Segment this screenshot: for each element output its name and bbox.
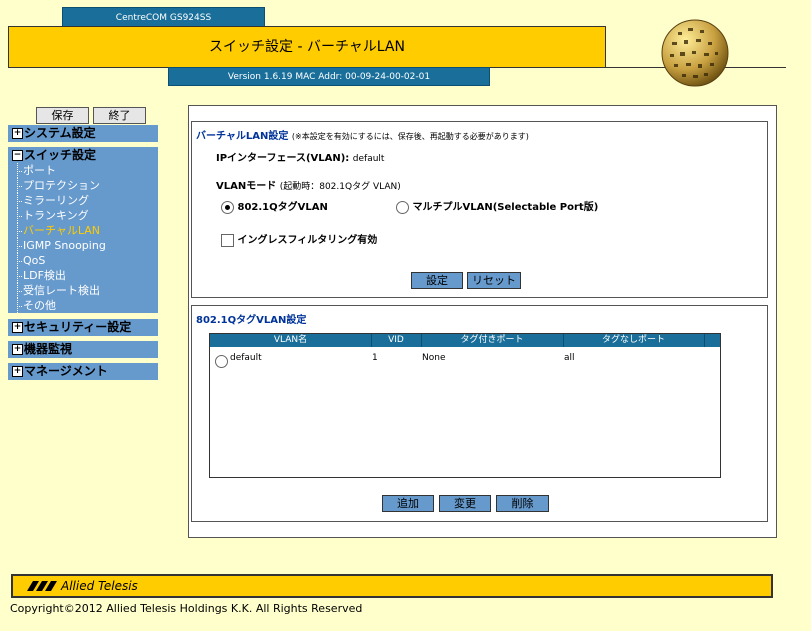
ip-interface-value: default — [352, 154, 385, 164]
model-name: CentreCOM GS924SS — [62, 7, 265, 27]
nav-item-protection[interactable]: プロテクション — [8, 178, 158, 193]
vlan-table: VLAN名 VID タグ付きポート タグなしポート default 1 None… — [209, 333, 721, 478]
page-title: スイッチ設定 - バーチャルLAN — [8, 26, 606, 68]
nav-group-switch[interactable]: − スイッチ設定 — [8, 147, 158, 164]
nav-item-qos[interactable]: QoS — [8, 253, 158, 268]
version-info: Version 1.6.19 MAC Addr: 00-09-24-00-02-… — [168, 67, 490, 86]
col-untagged-ports: タグなしポート — [563, 334, 705, 347]
col-spacer — [704, 334, 720, 347]
nav-item-mirroring[interactable]: ミラーリング — [8, 193, 158, 208]
tagged-vlan-title: 802.1QタグVLAN設定 — [196, 315, 307, 326]
vlan-mode-boot: (起動時：802.1Qタグ VLAN) — [279, 182, 401, 192]
nav-item-other[interactable]: その他 — [8, 298, 158, 313]
nav-item-rx-rate[interactable]: 受信レート検出 — [8, 283, 158, 298]
vlan-settings-note: (※本設定を有効にするには、保存後、再起動する必要があります) — [291, 132, 529, 141]
row-vid: 1 — [372, 353, 378, 363]
nav-item-igmp-snooping[interactable]: IGMP Snooping — [8, 238, 158, 253]
nav-item-port[interactable]: ポート — [8, 163, 158, 178]
row-untagged: all — [564, 353, 575, 363]
ip-interface-row: IPインターフェース(VLAN): default — [216, 153, 385, 164]
expand-icon: + — [12, 344, 23, 355]
expand-icon: + — [12, 128, 23, 139]
nav-group-monitoring[interactable]: + 機器監視 — [8, 341, 158, 358]
nav-group-management[interactable]: + マネージメント — [8, 363, 158, 380]
nav-group-system[interactable]: + システム設定 — [8, 125, 158, 142]
nav-item-virtual-lan[interactable]: バーチャルLAN — [8, 223, 158, 238]
col-vid: VID — [371, 334, 422, 347]
edit-button[interactable]: 変更 — [439, 495, 491, 512]
copyright: Copyright©2012 Allied Telesis Holdings K… — [10, 602, 363, 615]
delete-button[interactable]: 削除 — [496, 495, 549, 512]
vlan-table-header: VLAN名 VID タグ付きポート タグなしポート — [210, 334, 720, 347]
table-row[interactable]: default 1 None all — [215, 353, 715, 369]
add-button[interactable]: 追加 — [382, 495, 434, 512]
vlan-mode-row: VLANモード (起動時：802.1Qタグ VLAN) — [216, 181, 401, 192]
nav-group-security[interactable]: + セキュリティー設定 — [8, 319, 158, 336]
col-vlan-name: VLAN名 — [210, 334, 372, 347]
row-tagged: None — [422, 353, 446, 363]
row-vlan-name: default — [230, 353, 262, 363]
footer-bar: Allied Telesis — [11, 574, 773, 598]
expand-icon: + — [12, 366, 23, 377]
multiple-vlan-radio[interactable] — [396, 200, 409, 214]
vlan-settings-title: バーチャルLAN設定 (※本設定を有効にするには、保存後、再起動する必要がありま… — [196, 131, 529, 142]
vlan-mode-tagged-option[interactable]: 802.1QタグVLAN — [221, 198, 328, 214]
collapse-icon: − — [12, 150, 23, 161]
nav-switch-items: ポート プロテクション ミラーリング トランキング バーチャルLAN IGMP … — [8, 163, 158, 313]
expand-icon: + — [12, 322, 23, 333]
allied-telesis-logo-icon — [27, 581, 57, 591]
save-button[interactable]: 保存 — [36, 107, 89, 124]
vlan-mode-multiple-option[interactable]: マルチプルVLAN(Selectable Port版) — [396, 198, 598, 214]
set-button[interactable]: 設定 — [411, 272, 463, 289]
nav-item-trunking[interactable]: トランキング — [8, 208, 158, 223]
col-tagged-ports: タグ付きポート — [421, 334, 564, 347]
row-select-radio[interactable] — [215, 355, 228, 368]
reset-button[interactable]: リセット — [467, 272, 521, 289]
ingress-filter-option[interactable]: イングレスフィルタリング有効 — [221, 231, 377, 247]
globe-logo-icon — [661, 19, 729, 87]
nav-item-ldf[interactable]: LDF検出 — [8, 268, 158, 283]
tagged-vlan-radio[interactable] — [221, 200, 234, 214]
ingress-filter-checkbox[interactable] — [221, 233, 234, 247]
footer-logo-text: Allied Telesis — [61, 579, 138, 593]
exit-button[interactable]: 終了 — [93, 107, 146, 124]
